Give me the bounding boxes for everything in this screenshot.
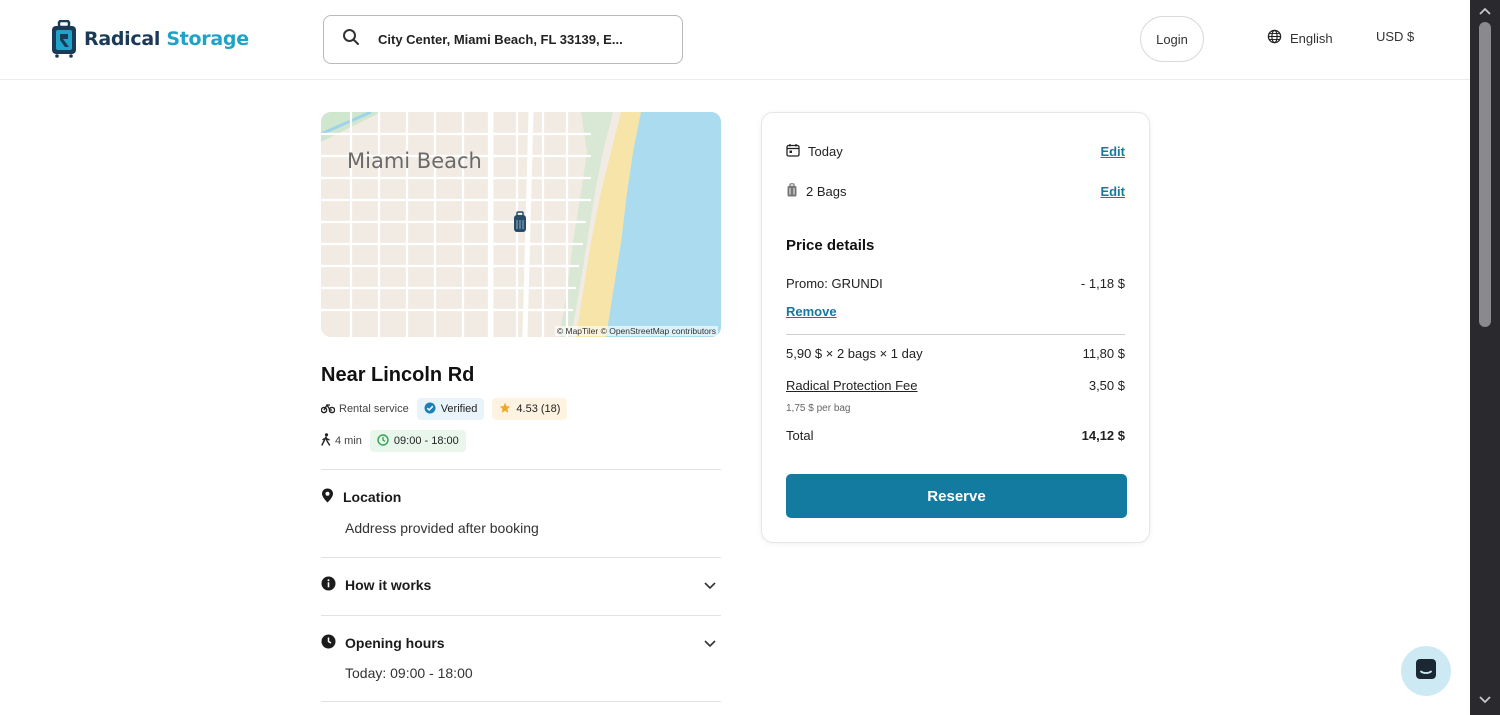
walking-icon: [321, 433, 331, 449]
reserve-button[interactable]: Reserve: [786, 474, 1127, 518]
booking-card: Today Edit 2 Bags Edit Price details Pro…: [761, 112, 1150, 543]
verified-check-icon: [424, 402, 436, 417]
protection-fee-row: Radical Protection Fee 3,50 $: [786, 378, 1125, 393]
bags-row: 2 Bags Edit: [786, 183, 1125, 200]
line-item-row: 5,90 $ × 2 bags × 1 day 11,80 $: [786, 346, 1125, 361]
listing-tags: Rental service Verified 4.53 (18): [320, 398, 568, 420]
luggage-logo-icon: [50, 19, 78, 58]
clock-icon: [377, 433, 389, 449]
logo-word-1: Radical: [84, 28, 161, 50]
currency-selector[interactable]: USD $: [1376, 29, 1414, 44]
verified-badge: Verified: [416, 398, 485, 420]
opening-hours-title: Opening hours: [345, 635, 445, 651]
date-label: Today: [808, 144, 843, 159]
globe-icon: [1267, 29, 1282, 47]
top-header: Radical Storage City Center, Miami Beach…: [0, 0, 1470, 80]
edit-date-link[interactable]: Edit: [1100, 144, 1125, 159]
location-body: Address provided after booking: [345, 520, 539, 536]
service-label: Rental service: [339, 403, 409, 415]
how-it-works-section[interactable]: How it works: [321, 576, 721, 594]
protection-fee-per-bag: 1,75 $ per bag: [786, 403, 851, 414]
divider: [321, 701, 721, 702]
promo-value: - 1,18 $: [1080, 276, 1125, 291]
protection-fee-value: 3,50 $: [1088, 378, 1125, 393]
search-icon: [342, 28, 360, 51]
language-label: English: [1290, 30, 1333, 46]
luggage-icon: [786, 183, 798, 200]
price-divider: [786, 334, 1125, 335]
calendar-icon: [786, 143, 800, 160]
walk-time-label: 4 min: [335, 435, 362, 447]
scrollbar-thumb[interactable]: [1479, 22, 1491, 327]
divider: [321, 557, 721, 558]
logo-text: Radical Storage: [84, 28, 249, 50]
search-input[interactable]: City Center, Miami Beach, FL 33139, E...: [378, 32, 623, 47]
divider: [321, 615, 721, 616]
total-row: Total 14,12 $: [786, 428, 1125, 443]
listing-tags-2: 4 min 09:00 - 18:00: [321, 430, 466, 452]
edit-bags-link[interactable]: Edit: [1100, 184, 1125, 199]
opening-hours-section[interactable]: Opening hours Today: 09:00 - 18:00: [321, 634, 721, 681]
page-scrollbar[interactable]: [1470, 0, 1500, 715]
info-icon: [321, 576, 336, 594]
location-pin-icon: [321, 488, 334, 506]
map-credit[interactable]: © MapTiler © OpenStreetMap contributors: [554, 326, 718, 336]
rating-badge[interactable]: 4.53 (18): [492, 398, 568, 420]
logo-word-2: Storage: [166, 28, 249, 50]
how-it-works-title: How it works: [345, 577, 432, 593]
promo-label: Promo: GRUNDI: [786, 276, 883, 291]
language-selector[interactable]: English: [1267, 29, 1333, 47]
map-city-label: Miami Beach: [347, 149, 482, 173]
chat-widget-button[interactable]: [1401, 646, 1451, 696]
line-item-value: 11,80 $: [1082, 346, 1125, 361]
walk-time-tag: 4 min: [321, 433, 362, 449]
verified-label: Verified: [440, 403, 478, 415]
total-label: Total: [786, 428, 814, 443]
rating-label: 4.53 (18): [516, 403, 561, 415]
protection-fee-link[interactable]: Radical Protection Fee: [786, 378, 918, 393]
chevron-down-icon[interactable]: [703, 578, 717, 597]
opening-hours-body: Today: 09:00 - 18:00: [345, 665, 473, 681]
remove-promo-link[interactable]: Remove: [786, 304, 837, 319]
promo-row: Promo: GRUNDI - 1,18 $: [786, 276, 1125, 291]
chat-icon: [1415, 658, 1437, 685]
price-details-title: Price details: [786, 237, 875, 254]
bags-label: 2 Bags: [806, 184, 847, 199]
login-button[interactable]: Login: [1140, 16, 1204, 62]
listing-title: Near Lincoln Rd: [321, 364, 475, 386]
how-it-works-heading[interactable]: How it works: [321, 576, 721, 594]
location-map[interactable]: Miami Beach © MapTiler © OpenStreetMap c…: [321, 112, 721, 337]
chevron-down-icon[interactable]: [703, 636, 717, 655]
bike-icon: [320, 402, 336, 417]
divider: [321, 469, 721, 470]
search-bar[interactable]: City Center, Miami Beach, FL 33139, E...: [323, 15, 683, 64]
scroll-up-icon[interactable]: [1478, 4, 1492, 22]
map-graphic: [321, 112, 721, 337]
hours-badge: 09:00 - 18:00: [369, 430, 466, 452]
location-section: Location Address provided after booking: [321, 488, 721, 536]
location-heading: Location: [321, 488, 721, 506]
scroll-down-icon[interactable]: [1478, 693, 1492, 711]
opening-hours-heading[interactable]: Opening hours: [321, 634, 721, 652]
location-title: Location: [343, 489, 402, 505]
total-value: 14,12 $: [1081, 428, 1125, 443]
service-tag: Rental service: [320, 402, 409, 417]
line-item-label: 5,90 $ × 2 bags × 1 day: [786, 346, 923, 361]
clock-filled-icon: [321, 634, 336, 652]
star-icon: [499, 402, 511, 417]
logo[interactable]: Radical Storage: [50, 19, 249, 58]
hours-badge-label: 09:00 - 18:00: [393, 435, 459, 447]
date-row: Today Edit: [786, 143, 1125, 160]
